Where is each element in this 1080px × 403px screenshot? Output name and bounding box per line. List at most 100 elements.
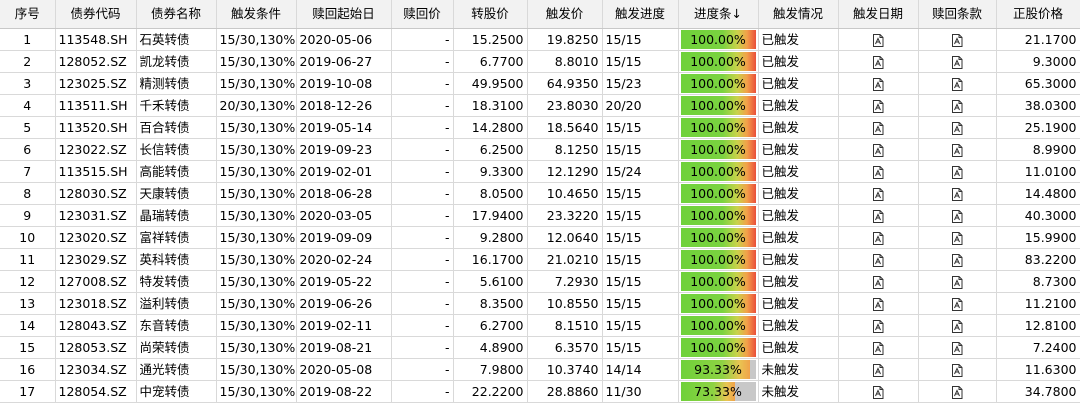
cell-redeem-clause[interactable]: [918, 380, 997, 403]
document-icon[interactable]: [872, 276, 884, 289]
cell-redeem-clause[interactable]: [918, 94, 997, 117]
table-row[interactable]: 12 127008.SZ 特发转债 15/30,130% 2019-05-22-5.61…: [0, 270, 1080, 293]
col-header-index[interactable]: 序号: [0, 0, 56, 29]
cell-trigger-date[interactable]: [838, 182, 919, 205]
col-header-stock-price[interactable]: 正股价格: [996, 0, 1080, 29]
table-row[interactable]: 10 123020.SZ 富祥转债 15/30,130% 2019-09-09-9.28…: [0, 226, 1080, 249]
document-icon[interactable]: [951, 78, 963, 91]
cell-trigger-date[interactable]: [838, 138, 919, 161]
document-icon[interactable]: [951, 210, 963, 223]
cell-trigger-date[interactable]: [838, 358, 919, 381]
col-header-condition[interactable]: 触发条件: [216, 0, 297, 29]
cell-redeem-clause[interactable]: [918, 116, 997, 139]
document-icon[interactable]: [872, 78, 884, 91]
cell-trigger-date[interactable]: [838, 116, 919, 139]
cell-redeem-clause[interactable]: [918, 204, 997, 227]
cell-prog: 15/24: [602, 160, 679, 183]
cell-redeem-clause[interactable]: [918, 160, 997, 183]
cell-redeem-clause[interactable]: [918, 138, 997, 161]
document-icon[interactable]: [872, 210, 884, 223]
cell-redeem-clause[interactable]: [918, 226, 997, 249]
cell-redeem-clause[interactable]: [918, 336, 997, 359]
col-header-name[interactable]: 债券名称: [136, 0, 217, 29]
document-icon[interactable]: [872, 144, 884, 157]
cell-trigger-date[interactable]: [838, 336, 919, 359]
cell-redeem-clause[interactable]: [918, 292, 997, 315]
cell-redeem-clause[interactable]: [918, 50, 997, 73]
cell-redeem-clause[interactable]: [918, 270, 997, 293]
cell-redeem-clause[interactable]: [918, 358, 997, 381]
table-row[interactable]: 3 123025.SZ 精测转债 15/30,130% 2019-10-08-49.95…: [0, 72, 1080, 95]
document-icon[interactable]: [951, 342, 963, 355]
document-icon[interactable]: [951, 364, 963, 377]
table-row[interactable]: 7 113515.SH 高能转债 15/30,130% 2019-02-01-9.330…: [0, 160, 1080, 183]
document-icon[interactable]: [872, 254, 884, 267]
document-icon[interactable]: [951, 122, 963, 135]
document-icon[interactable]: [872, 386, 884, 399]
document-icon[interactable]: [872, 298, 884, 311]
document-icon[interactable]: [951, 34, 963, 47]
cell-trigger-date[interactable]: [838, 380, 919, 403]
table-row[interactable]: 5 113520.SH 百合转债 15/30,130% 2019-05-14-14.28…: [0, 116, 1080, 139]
table-row[interactable]: 6 123022.SZ 长信转债 15/30,130% 2019-09-23-6.250…: [0, 138, 1080, 161]
table-row[interactable]: 14 128043.SZ 东音转债 15/30,130% 2019-02-11-6.27…: [0, 314, 1080, 337]
document-icon[interactable]: [872, 188, 884, 201]
col-header-redeem-clause[interactable]: 赎回条款: [918, 0, 997, 29]
document-icon[interactable]: [951, 56, 963, 69]
cell-trigger-date[interactable]: [838, 94, 919, 117]
col-header-progress-bar[interactable]: 进度条↓: [678, 0, 759, 29]
cell-trigger-date[interactable]: [838, 160, 919, 183]
cell-redeem-clause[interactable]: [918, 72, 997, 95]
table-row[interactable]: 4 113511.SH 千禾转债 20/30,130% 2018-12-26-18.31…: [0, 94, 1080, 117]
cell-trigger-date[interactable]: [838, 50, 919, 73]
cell-redeem-clause[interactable]: [918, 314, 997, 337]
cell-trigger-date[interactable]: [838, 226, 919, 249]
document-icon[interactable]: [951, 100, 963, 113]
col-header-redeem-start[interactable]: 赎回起始日: [296, 0, 392, 29]
col-header-trigger-date[interactable]: 触发日期: [838, 0, 919, 29]
document-icon[interactable]: [872, 34, 884, 47]
document-icon[interactable]: [951, 232, 963, 245]
document-icon[interactable]: [872, 342, 884, 355]
document-icon[interactable]: [951, 188, 963, 201]
col-header-trigger-price[interactable]: 触发价: [527, 0, 603, 29]
cell-trigger-date[interactable]: [838, 72, 919, 95]
cell-redeem-clause[interactable]: [918, 182, 997, 205]
document-icon[interactable]: [951, 276, 963, 289]
col-header-conversion-price[interactable]: 转股价: [453, 0, 528, 29]
document-icon[interactable]: [872, 100, 884, 113]
document-icon[interactable]: [872, 232, 884, 245]
cell-trigger-date[interactable]: [838, 28, 919, 51]
cell-trigger-date[interactable]: [838, 204, 919, 227]
cell-redeem-clause[interactable]: [918, 28, 997, 51]
table-row[interactable]: 11 123029.SZ 英科转债 15/30,130% 2020-02-24-16.1…: [0, 248, 1080, 271]
col-header-redeem-price[interactable]: 赎回价: [391, 0, 454, 29]
table-row[interactable]: 15 128053.SZ 尚荣转债 15/30,130% 2019-08-21-4.89…: [0, 336, 1080, 359]
cell-trigger-date[interactable]: [838, 314, 919, 337]
table-row[interactable]: 16 123034.SZ 通光转债 15/30,130% 2020-05-08-7.98…: [0, 358, 1080, 381]
table-row[interactable]: 17 128054.SZ 中宠转债 15/30,130% 2019-08-22-22.2…: [0, 380, 1080, 403]
col-header-code[interactable]: 债券代码: [55, 0, 137, 29]
document-icon[interactable]: [951, 254, 963, 267]
document-icon[interactable]: [872, 56, 884, 69]
table-row[interactable]: 9 123031.SZ 晶瑞转债 15/30,130% 2020-03-05-17.94…: [0, 204, 1080, 227]
document-icon[interactable]: [951, 144, 963, 157]
cell-trigger-date[interactable]: [838, 270, 919, 293]
table-row[interactable]: 13 123018.SZ 溢利转债 15/30,130% 2019-06-26-8.35…: [0, 292, 1080, 315]
document-icon[interactable]: [951, 166, 963, 179]
table-row[interactable]: 2 128052.SZ 凯龙转债 15/30,130% 2019-06-27-6.770…: [0, 50, 1080, 73]
document-icon[interactable]: [872, 122, 884, 135]
document-icon[interactable]: [951, 320, 963, 333]
document-icon[interactable]: [872, 320, 884, 333]
cell-trigger-date[interactable]: [838, 292, 919, 315]
col-header-trigger-progress[interactable]: 触发进度: [602, 0, 679, 29]
document-icon[interactable]: [872, 364, 884, 377]
col-header-trigger-status[interactable]: 触发情况: [758, 0, 839, 29]
cell-trigger-date[interactable]: [838, 248, 919, 271]
table-row[interactable]: 8 128030.SZ 天康转债 15/30,130% 2018-06-28-8.050…: [0, 182, 1080, 205]
document-icon[interactable]: [872, 166, 884, 179]
document-icon[interactable]: [951, 386, 963, 399]
cell-redeem-clause[interactable]: [918, 248, 997, 271]
table-row[interactable]: 1 113548.SH 石英转债 15/30,130% 2020-05-06-15.25…: [0, 28, 1080, 51]
document-icon[interactable]: [951, 298, 963, 311]
